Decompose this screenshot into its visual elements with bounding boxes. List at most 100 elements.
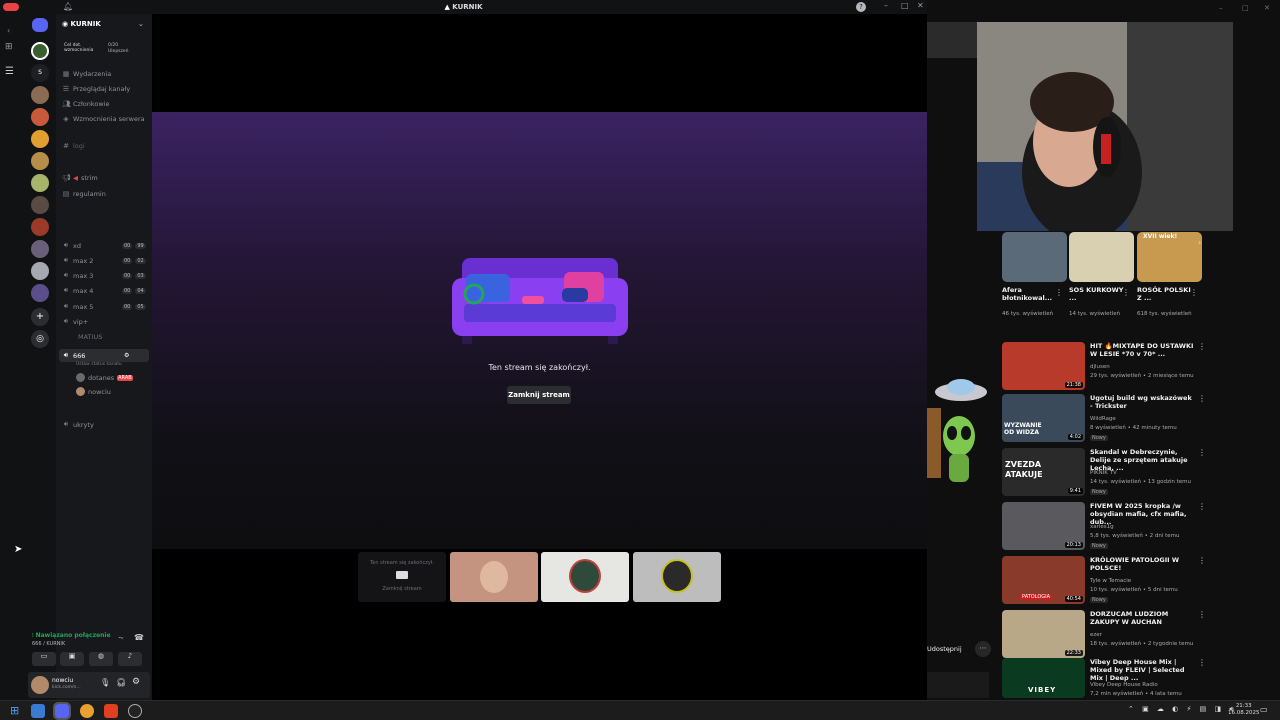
voice-channel-max2[interactable]: 🔊︎ max 2 00 02: [62, 256, 146, 265]
video-thumbnail[interactable]: WYZWANIE OD WIDZA 4:02: [1002, 394, 1085, 442]
menu-events[interactable]: ▦ Wydarzenia: [62, 70, 112, 78]
minimize-button[interactable]: –: [884, 1, 888, 10]
video-thumbnail[interactable]: 22:33: [1002, 610, 1085, 658]
member-dotanes[interactable]: dotanes ARAB: [76, 373, 133, 382]
channel-strim[interactable]: 📢︎ ◀ strim: [62, 174, 98, 182]
brave-taskbar-icon[interactable]: [104, 704, 118, 718]
more-icon[interactable]: ⋮: [1198, 394, 1206, 403]
server-icon[interactable]: [31, 262, 49, 280]
participant-tile[interactable]: [541, 552, 629, 602]
more-icon[interactable]: ⋮: [1198, 342, 1206, 351]
voice-channel-ukryty[interactable]: 🔊︎ ukryty: [62, 420, 94, 429]
server-header[interactable]: ◉ KURNIK ⌄: [62, 20, 144, 28]
grid-icon[interactable]: ⊞: [5, 42, 13, 52]
video-item[interactable]: 21:38 HIT 🔥MIXTAPE DO USTAWKI W LESIE *7…: [1002, 342, 1206, 390]
camera-button[interactable]: ▭: [32, 652, 56, 666]
voice-channel-max5[interactable]: 🔊︎ max 5 00 05: [62, 302, 146, 311]
user-settings-icon[interactable]: ⚙: [132, 677, 140, 687]
video-thumbnail[interactable]: PATOLOGIA 40:54: [1002, 556, 1085, 604]
vip-member[interactable]: MATIUS: [78, 333, 102, 341]
short-title[interactable]: ROSÓŁ POLSKI Z ...: [1137, 286, 1193, 302]
video-item[interactable]: 22:33 DORZUCAM LUDZIOM ZAKUPY W AUCHAN e…: [1002, 610, 1206, 658]
video-thumbnail[interactable]: VIBEY: [1002, 658, 1085, 698]
browser-close-button[interactable]: ✕: [1264, 4, 1270, 12]
start-icon[interactable]: ⊞: [10, 704, 24, 718]
server-kurnik-icon[interactable]: [31, 42, 49, 60]
soundboard-button[interactable]: ♪: [118, 652, 142, 666]
voice-channel-xd[interactable]: 🔊︎ xd 00 99: [62, 241, 146, 250]
back-icon[interactable]: ‹: [7, 26, 10, 35]
video-thumbnail[interactable]: ZVEZDA ATAKUJE 9:41: [1002, 448, 1085, 496]
more-icon[interactable]: ⋮: [1198, 556, 1206, 565]
video-item[interactable]: PATOLOGIA 40:54 KRÓLOWIE PATOLOGII W POLS…: [1002, 556, 1206, 604]
help-icon[interactable]: ?: [856, 2, 866, 12]
short-title[interactable]: Afera błotnikowal...: [1002, 286, 1058, 302]
server-icon[interactable]: [31, 152, 49, 170]
notification-icon[interactable]: ▭: [1260, 705, 1268, 714]
menu-members[interactable]: 👥︎ Członkowie: [62, 100, 110, 108]
server-icon[interactable]: [31, 240, 49, 258]
channel-regulamin[interactable]: ▤ regulamin: [62, 190, 106, 198]
server-icon[interactable]: [31, 284, 49, 302]
username[interactable]: nowciu: [52, 677, 73, 684]
participant-tile[interactable]: [450, 552, 538, 602]
discord-home-icon[interactable]: [32, 18, 48, 32]
boost-goal[interactable]: Cel dot. wzmocnienia: [64, 43, 94, 53]
discover-icon[interactable]: ◎: [31, 330, 49, 348]
noise-suppression-icon[interactable]: ⏦: [118, 634, 124, 643]
video-item[interactable]: ZVEZDA ATAKUJE 9:41 Skandal w Debreczynie…: [1002, 448, 1206, 496]
more-icon[interactable]: ⋮: [1198, 448, 1206, 457]
add-server-icon[interactable]: +: [31, 308, 49, 326]
more-icon[interactable]: ⋮: [1190, 288, 1198, 297]
more-icon[interactable]: ⋮: [1198, 502, 1206, 511]
stream-tile-ended[interactable]: Ten stream się zakończył. Zamknij stream: [358, 552, 446, 602]
activity-button[interactable]: ◍: [89, 652, 113, 666]
chrome-taskbar-icon[interactable]: [80, 704, 94, 718]
screen-share-button[interactable]: ▣: [60, 652, 84, 666]
server-icon[interactable]: [31, 86, 49, 104]
server-icon[interactable]: [31, 130, 49, 148]
video-item[interactable]: 20:13 FIVEM W 2025 kropka /w obsydian ma…: [1002, 502, 1206, 550]
server-icon[interactable]: [31, 196, 49, 214]
voice-channel-vip[interactable]: 🔊︎ vip+: [62, 317, 88, 326]
avatar[interactable]: [31, 676, 49, 694]
obs-taskbar-icon[interactable]: [128, 704, 142, 718]
browser-maximize-button[interactable]: □: [1242, 4, 1249, 12]
connection-channel[interactable]: 666 / KURNIK: [32, 641, 65, 647]
headphones-icon[interactable]: 🎧︎: [116, 678, 126, 687]
video-thumbnail[interactable]: 21:38: [1002, 342, 1085, 390]
video-thumbnail[interactable]: 20:13: [1002, 502, 1085, 550]
taskbar-app-icon[interactable]: [31, 704, 45, 718]
member-nowciu[interactable]: nowciu: [76, 387, 111, 396]
video-player-area[interactable]: [927, 22, 977, 58]
video-item[interactable]: WYZWANIE OD WIDZA 4:02 Ugotuj build wg ws…: [1002, 394, 1206, 442]
microphone-icon[interactable]: 🎙︎: [100, 678, 110, 687]
category-logi[interactable]: # logi: [62, 142, 85, 150]
channel-settings-icon[interactable]: ⚙: [124, 352, 129, 359]
menu-browse-channels[interactable]: ☰ Przeglądaj kanały: [62, 85, 130, 93]
menu-server-boosts[interactable]: ◈ Wzmocnienia serwera: [62, 115, 144, 123]
system-tray-icons[interactable]: ⌃ ▣ ☁ ◐ ⚡ ▤ ◨ 🔊︎: [1128, 705, 1237, 714]
clock[interactable]: 21:33 16.08.2025: [1228, 703, 1260, 717]
short-thumbnail[interactable]: [1069, 232, 1134, 282]
short-title[interactable]: SOS KURKOWY ...: [1069, 286, 1125, 302]
server-icon[interactable]: [31, 218, 49, 236]
more-actions-button[interactable]: ⋯: [975, 641, 991, 657]
server-icon[interactable]: [31, 174, 49, 192]
short-thumbnail[interactable]: XVII wiek!: [1137, 232, 1202, 282]
close-window-button[interactable]: ✕: [917, 1, 924, 10]
more-icon[interactable]: ⋮: [1122, 288, 1130, 297]
video-item[interactable]: VIBEY Vibey Deep House Mix | Mixed by FL…: [1002, 658, 1206, 698]
channel-status[interactable]: Ustaw status kanału: [76, 362, 122, 367]
voice-channel-666[interactable]: 🔊︎ 666 ⚙: [59, 349, 149, 362]
server-s-icon[interactable]: S: [31, 64, 49, 82]
browser-minimize-button[interactable]: –: [1219, 4, 1223, 12]
next-arrow-icon[interactable]: ›: [1198, 238, 1201, 247]
menu-icon[interactable]: ☰: [5, 66, 14, 77]
more-icon[interactable]: ⋮: [1198, 610, 1206, 619]
more-icon[interactable]: ⋮: [1198, 658, 1206, 667]
participant-tile[interactable]: [633, 552, 721, 602]
voice-channel-max4[interactable]: 🔊︎ max 4 00 04: [62, 286, 146, 295]
short-thumbnail[interactable]: [1002, 232, 1067, 282]
voice-channel-max3[interactable]: 🔊︎ max 3 00 03: [62, 271, 146, 280]
